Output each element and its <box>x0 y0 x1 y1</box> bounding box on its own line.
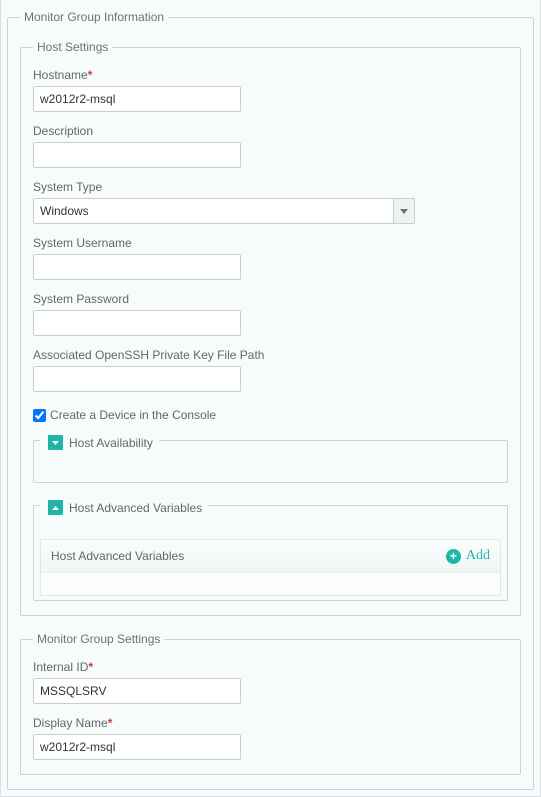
host-availability-section: Host Availability <box>33 440 508 483</box>
system-password-label: System Password <box>33 292 508 306</box>
host-advanced-vars-header[interactable]: Host Advanced Variables <box>40 494 208 521</box>
monitor-group-info-legend: Monitor Group Information <box>20 10 168 24</box>
description-input[interactable] <box>33 142 241 168</box>
host-availability-label: Host Availability <box>69 436 153 450</box>
display-name-input[interactable] <box>33 734 241 760</box>
add-button[interactable]: + Add <box>446 548 490 564</box>
display-name-label: Display Name* <box>33 716 508 730</box>
system-type-dropdown-button[interactable] <box>393 198 415 224</box>
monitor-group-settings-legend: Monitor Group Settings <box>33 632 164 646</box>
system-password-input[interactable] <box>33 310 241 336</box>
internal-id-label: Internal ID* <box>33 660 508 674</box>
create-device-label: Create a Device in the Console <box>50 408 216 422</box>
hostname-label: Hostname* <box>33 68 508 82</box>
create-device-checkbox[interactable] <box>33 409 46 422</box>
ssh-key-path-input[interactable] <box>33 366 241 392</box>
collapse-icon <box>48 435 63 450</box>
system-username-label: System Username <box>33 236 508 250</box>
expand-icon <box>48 500 63 515</box>
host-advanced-vars-label: Host Advanced Variables <box>69 501 202 515</box>
hostname-input[interactable] <box>33 86 241 112</box>
advanced-vars-bar-label: Host Advanced Variables <box>51 549 184 563</box>
system-username-input[interactable] <box>33 254 241 280</box>
host-availability-header[interactable]: Host Availability <box>40 429 159 456</box>
system-type-label: System Type <box>33 180 508 194</box>
host-settings-legend: Host Settings <box>33 40 112 54</box>
chevron-down-icon <box>400 209 408 214</box>
internal-id-input[interactable] <box>33 678 241 704</box>
host-settings-fieldset: Host Settings Hostname* Description Syst… <box>20 40 521 616</box>
system-type-select[interactable] <box>33 198 415 224</box>
advanced-vars-panel: Host Advanced Variables + Add <box>40 539 501 596</box>
add-label: Add <box>466 548 490 564</box>
host-advanced-vars-section: Host Advanced Variables Host Advanced Va… <box>33 505 508 601</box>
monitor-group-information-fieldset: Monitor Group Information Host Settings … <box>7 10 534 790</box>
description-label: Description <box>33 124 508 138</box>
ssh-key-path-label: Associated OpenSSH Private Key File Path <box>33 348 508 362</box>
plus-icon: + <box>446 549 461 564</box>
monitor-group-settings-fieldset: Monitor Group Settings Internal ID* Disp… <box>20 632 521 775</box>
